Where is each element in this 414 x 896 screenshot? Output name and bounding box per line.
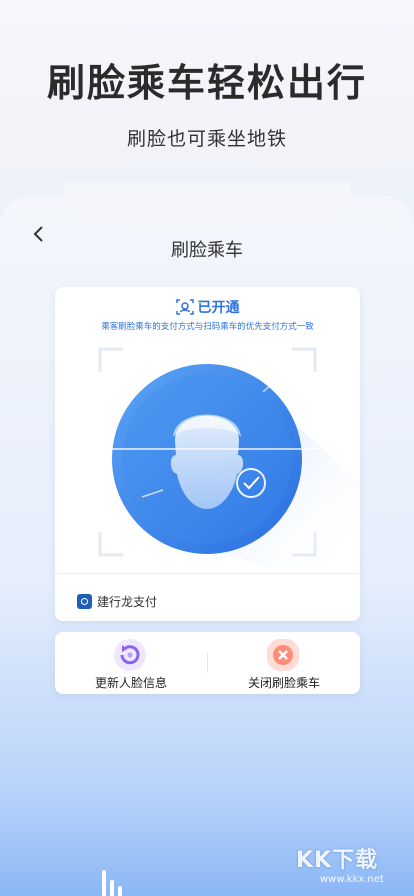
subline: 刷脸也可乘坐地铁 [126,128,287,150]
card-divider [55,573,360,574]
page-title: 刷脸乘车 [171,240,243,261]
hint-text: 乘客刷脸乘车的支付方式与扫码乘车的优先支付方式一致 [101,322,314,332]
face-id-icon [175,299,194,315]
refresh-icon [114,639,146,671]
face-card: 已开通 乘客刷脸乘车的支付方式与扫码乘车的优先支付方式一致 建行龙支付 [55,287,360,621]
watermark-url: www.kkx.net [320,874,384,885]
watermark-logo: KK下载 [296,848,379,873]
update-face-button[interactable]: 更新人脸信息 [55,632,207,694]
face-scan-graphic [95,347,360,567]
status-row: 已开通 [55,297,360,317]
status-text: 已开通 [197,300,240,316]
close-face-pay-label: 关闭刷脸乘车 [247,676,320,690]
headline: 刷脸乘车轻松出行 [46,61,367,105]
ccb-logo-icon [77,593,92,609]
payment-row[interactable]: 建行龙支付 [77,591,157,611]
actions-card: 更新人脸信息 关闭刷脸乘车 [55,632,360,694]
close-face-pay-button[interactable]: 关闭刷脸乘车 [208,632,360,694]
payment-method-label: 建行龙支付 [97,594,158,609]
update-face-label: 更新人脸信息 [94,676,167,690]
close-circle-icon [267,639,299,671]
phone-notch [64,182,350,220]
